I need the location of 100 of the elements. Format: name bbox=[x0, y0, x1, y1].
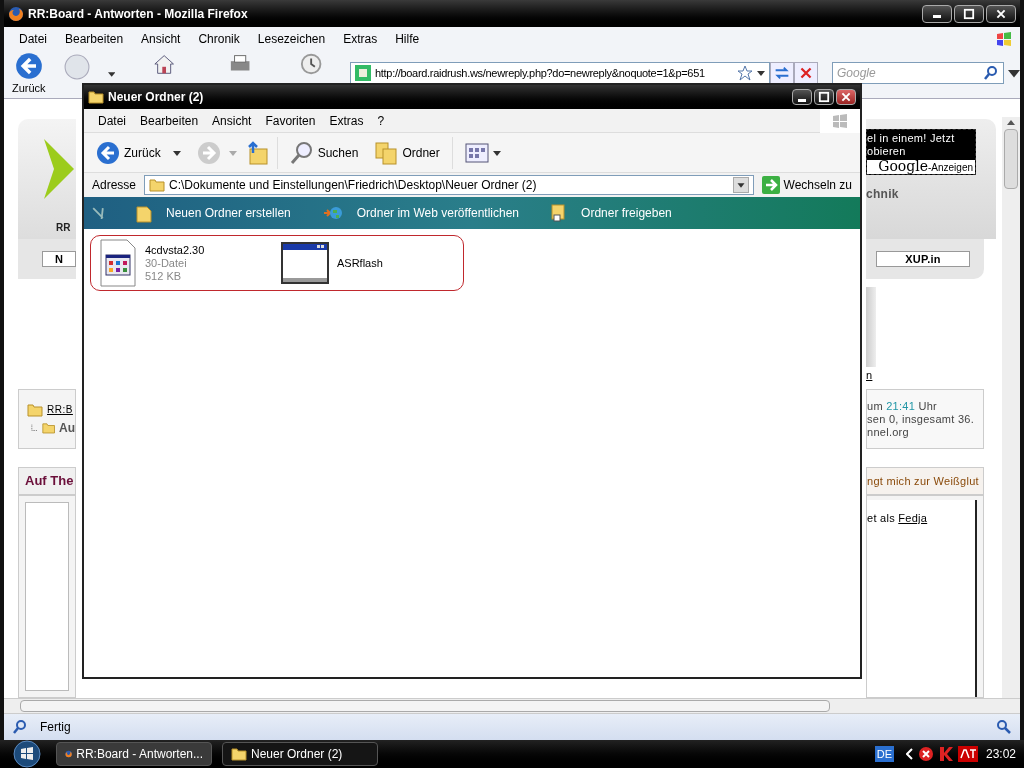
file-name: ASRflash bbox=[337, 256, 383, 270]
views-icon bbox=[464, 142, 489, 163]
bookmark-star-icon bbox=[737, 65, 753, 81]
status-text: Fertig bbox=[40, 719, 71, 736]
reload-icon[interactable] bbox=[770, 62, 794, 84]
file-name: 4cdvsta2.30 bbox=[145, 243, 205, 257]
task-link[interactable]: Ordner im Web veröffentlichen bbox=[322, 204, 520, 222]
ad-brand: Google bbox=[878, 160, 928, 173]
firefox-logo-icon bbox=[8, 5, 24, 22]
graphics-driver-icon bbox=[957, 746, 978, 762]
maximize-icon bbox=[818, 91, 830, 103]
folder-icon bbox=[231, 746, 247, 762]
history-icon[interactable] bbox=[299, 52, 322, 76]
taskbar-button[interactable]: RR:Board - Antworten... bbox=[56, 742, 212, 766]
login-text: et als Fedja bbox=[867, 512, 928, 524]
maximize-icon bbox=[963, 7, 975, 20]
go-arrow-icon bbox=[761, 176, 780, 194]
menu-item[interactable]: Bearbeiten bbox=[60, 29, 129, 48]
nav-button[interactable]: XUP.in bbox=[876, 251, 970, 267]
ad-text: el in einem! Jetzt bbox=[867, 132, 956, 145]
dropdown-arrow-icon bbox=[228, 148, 237, 157]
back-button[interactable]: Zurück bbox=[12, 52, 46, 97]
breadcrumb-link[interactable]: RR:B bbox=[47, 402, 73, 417]
menu-item[interactable]: Lesezeichen bbox=[252, 29, 331, 48]
file-item[interactable]: 4cdvsta2.30 30-Datei 512 KB bbox=[99, 239, 273, 287]
breadcrumb-current: Au bbox=[59, 419, 75, 437]
link[interactable]: n bbox=[866, 367, 996, 384]
info-text: um 21:41 Uhr bbox=[867, 399, 938, 413]
taskbar-button[interactable]: Neuer Ordner (2) bbox=[222, 742, 378, 766]
menu-item[interactable]: Ansicht bbox=[136, 29, 186, 48]
menu-item[interactable]: Hilfe bbox=[390, 29, 425, 48]
search-icon bbox=[289, 140, 314, 165]
go-button[interactable]: Wechseln zu bbox=[757, 176, 856, 194]
dropdown-arrow-icon bbox=[172, 148, 181, 157]
menu-item[interactable]: Ansicht bbox=[206, 111, 258, 130]
scroll-up-arrow-icon[interactable] bbox=[1007, 119, 1015, 127]
section-header: Auf The bbox=[18, 467, 76, 495]
search-button[interactable]: Suchen bbox=[285, 140, 363, 165]
document-icon bbox=[99, 239, 137, 287]
maximize-button[interactable] bbox=[814, 89, 834, 105]
scroll-thumb[interactable] bbox=[1004, 129, 1018, 189]
folder-icon bbox=[149, 177, 166, 193]
shared-folder-icon bbox=[551, 203, 568, 223]
windows-logo-icon bbox=[832, 112, 848, 129]
folder-icon bbox=[88, 89, 104, 105]
url-field[interactable]: http://board.raidrush.ws/newreply.php?do=newreply&noquote=1&p=651 bbox=[350, 62, 770, 84]
nav-button[interactable]: N bbox=[42, 251, 76, 267]
window-title: RR:Board - Antworten - Mozilla Firefox bbox=[28, 5, 248, 23]
minimize-icon bbox=[798, 98, 806, 102]
site-icon bbox=[355, 65, 371, 81]
clock: 23:02 bbox=[985, 746, 1016, 763]
menu-item[interactable]: Datei bbox=[92, 111, 132, 130]
folders-button[interactable]: Ordner bbox=[370, 140, 444, 165]
header-text: chnik bbox=[866, 186, 900, 203]
folders-icon bbox=[374, 140, 399, 165]
file-size: 512 KB bbox=[145, 269, 183, 283]
scroll-thumb[interactable] bbox=[20, 700, 830, 712]
menu-item[interactable]: Extras bbox=[323, 111, 370, 130]
user-link[interactable]: Fedja bbox=[898, 512, 928, 524]
task-link[interactable]: Ordner freigeben bbox=[551, 203, 672, 223]
menu-item[interactable]: Extras bbox=[338, 29, 383, 48]
window-title: Neuer Ordner (2) bbox=[108, 89, 204, 106]
horizontal-scrollbar[interactable] bbox=[4, 698, 1020, 714]
menu-item[interactable]: ? bbox=[371, 111, 391, 130]
shield-icon bbox=[917, 746, 934, 762]
menu-item[interactable]: Bearbeiten bbox=[134, 111, 205, 130]
info-text: sen 0, insgesamt 36. bbox=[867, 412, 975, 426]
back-button[interactable]: Zurück bbox=[92, 140, 165, 165]
file-type: 30-Datei bbox=[145, 256, 188, 270]
search-icon bbox=[12, 719, 28, 735]
zoom-icon[interactable] bbox=[996, 719, 1012, 735]
vertical-scrollbar[interactable] bbox=[1002, 117, 1020, 698]
minimize-button[interactable] bbox=[792, 89, 812, 105]
section-header: ngt mich zur Weißglut bbox=[866, 467, 984, 495]
dropdown-arrow-icon[interactable] bbox=[1008, 67, 1020, 79]
language-indicator[interactable]: DE bbox=[874, 745, 894, 763]
home-icon[interactable] bbox=[153, 52, 176, 76]
info-text: nnel.org bbox=[867, 425, 910, 439]
menu-item[interactable]: Datei bbox=[14, 29, 52, 48]
stop-icon[interactable] bbox=[794, 62, 818, 84]
logo-arrow-icon bbox=[44, 139, 74, 199]
minimize-icon bbox=[933, 15, 941, 18]
windows-logo-icon bbox=[996, 30, 1012, 47]
logo-text: RR bbox=[56, 221, 71, 235]
search-icon bbox=[983, 65, 999, 81]
globe-icon bbox=[322, 205, 343, 221]
dropdown-arrow-icon bbox=[757, 69, 765, 77]
close-button[interactable] bbox=[986, 4, 1016, 23]
close-button[interactable] bbox=[836, 89, 856, 105]
task-link[interactable]: Neuen Ordner erstellen bbox=[136, 203, 291, 223]
menu-item[interactable]: Chronik bbox=[193, 29, 245, 48]
dropdown-arrow-icon[interactable] bbox=[107, 70, 116, 78]
folder-icon bbox=[27, 401, 43, 418]
application-window-icon bbox=[281, 242, 329, 284]
maximize-button[interactable] bbox=[954, 4, 984, 23]
folder-icon bbox=[136, 203, 152, 223]
menu-item[interactable]: Favoriten bbox=[259, 111, 322, 130]
file-item[interactable]: ASRflash bbox=[281, 242, 455, 284]
address-field[interactable]: C:\Dokumente und Einstellungen\Friedrich\Desktop\Neuer Ordner (2) bbox=[144, 175, 754, 195]
minimize-button[interactable] bbox=[922, 4, 952, 23]
